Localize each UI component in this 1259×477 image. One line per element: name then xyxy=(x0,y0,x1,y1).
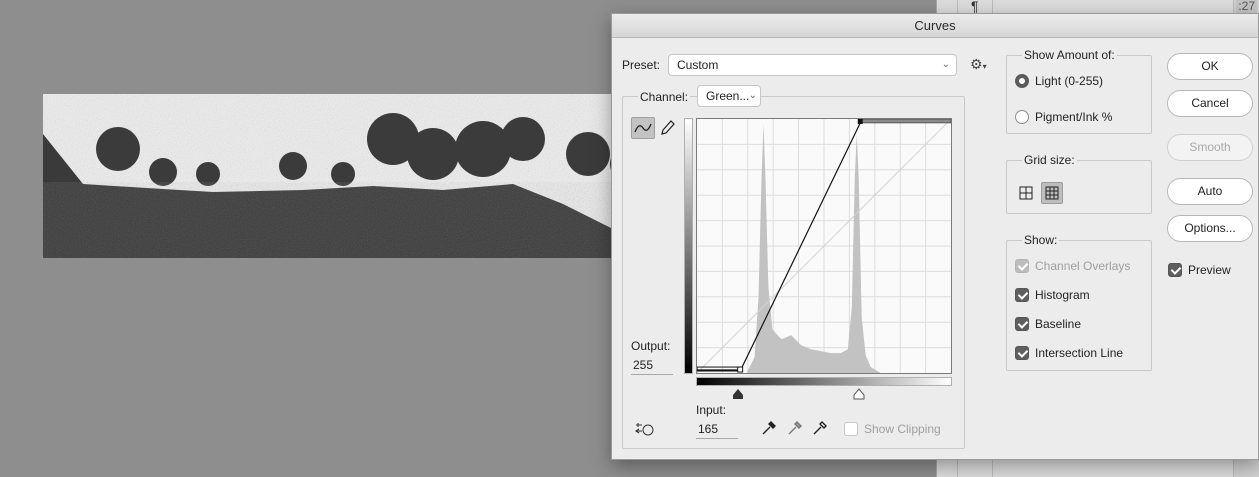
curve-point[interactable] xyxy=(737,366,744,373)
preset-value: Custom xyxy=(677,58,719,72)
grid-10-icon xyxy=(1045,186,1059,200)
channel-label: Channel: xyxy=(638,90,691,104)
preview-label: Preview xyxy=(1188,263,1231,277)
grid-detailed-button[interactable] xyxy=(1041,182,1063,204)
chevron-down-icon: ⌄ xyxy=(748,90,757,101)
canvas-photo xyxy=(43,94,643,258)
input-field[interactable]: 165 xyxy=(696,422,738,439)
histogram-label: Histogram xyxy=(1035,288,1090,302)
pigment-label: Pigment/Ink % xyxy=(1035,110,1113,124)
gear-icon[interactable]: ⚙▾ xyxy=(970,56,987,73)
grid-simple-button[interactable] xyxy=(1015,182,1037,204)
show-clipping-label: Show Clipping xyxy=(864,422,941,436)
channel-overlays-checkbox[interactable] xyxy=(1015,259,1029,273)
pigment-radio[interactable] xyxy=(1015,110,1029,124)
curve-tool-icon xyxy=(634,123,652,133)
histogram xyxy=(697,123,881,373)
channel-value: Green... xyxy=(706,89,750,103)
smooth-button[interactable]: Smooth xyxy=(1167,134,1253,161)
intersection-line-checkbox[interactable] xyxy=(1015,346,1029,360)
ok-button[interactable]: OK xyxy=(1167,53,1253,80)
options-button[interactable]: Options... xyxy=(1167,215,1253,242)
black-eyedropper-icon[interactable] xyxy=(760,419,778,437)
white-point-slider[interactable] xyxy=(852,388,866,400)
preset-label: Preset: xyxy=(622,58,661,72)
preview-checkbox[interactable] xyxy=(1168,263,1182,277)
grid-4-icon xyxy=(1019,186,1033,200)
intersection-line-label: Intersection Line xyxy=(1035,346,1124,360)
show-amount-title: Show Amount of: xyxy=(1022,48,1117,62)
pencil-icon xyxy=(661,120,675,135)
targeted-adjustment-icon[interactable] xyxy=(634,420,656,438)
chevron-down-icon: ⌄ xyxy=(941,59,950,70)
baseline-label: Baseline xyxy=(1035,317,1082,331)
input-gradient xyxy=(696,377,952,386)
curves-dialog: Curves Preset: Custom ⌄ ⚙▾ Channel: Gree… xyxy=(611,13,1259,460)
histogram-checkbox[interactable] xyxy=(1015,288,1029,302)
forest-image xyxy=(43,94,643,258)
output-label: Output: xyxy=(631,339,671,353)
show-clipping-checkbox[interactable] xyxy=(844,422,858,436)
panel-number: :27 xyxy=(1236,0,1257,13)
curve-tool-button[interactable] xyxy=(631,117,655,139)
light-radio[interactable] xyxy=(1015,74,1029,88)
paragraph-icon[interactable]: ¶ xyxy=(971,0,979,14)
show-title: Show: xyxy=(1022,233,1060,247)
output-field[interactable]: 255 xyxy=(631,358,673,375)
curve-graph[interactable] xyxy=(696,118,952,374)
channel-overlays-label: Channel Overlays xyxy=(1035,259,1131,273)
curve-plot[interactable] xyxy=(696,118,952,374)
curve-point-selected[interactable] xyxy=(857,119,863,124)
channel-select[interactable]: Green... ⌄ xyxy=(697,85,761,107)
pencil-tool-button[interactable] xyxy=(656,117,680,139)
baseline-checkbox[interactable] xyxy=(1015,317,1029,331)
input-label: Input: xyxy=(696,403,727,417)
white-eyedropper-icon[interactable] xyxy=(811,419,829,437)
grid-size-title: Grid size: xyxy=(1022,153,1077,167)
auto-button[interactable]: Auto xyxy=(1167,178,1253,205)
output-gradient xyxy=(684,118,693,374)
light-label: Light (0-255) xyxy=(1035,74,1104,88)
preset-select[interactable]: Custom ⌄ xyxy=(668,54,957,76)
black-point-slider[interactable] xyxy=(731,388,745,400)
gray-eyedropper-icon[interactable] xyxy=(786,419,804,437)
cancel-button[interactable]: Cancel xyxy=(1167,90,1253,117)
dialog-title[interactable]: Curves xyxy=(612,14,1258,38)
